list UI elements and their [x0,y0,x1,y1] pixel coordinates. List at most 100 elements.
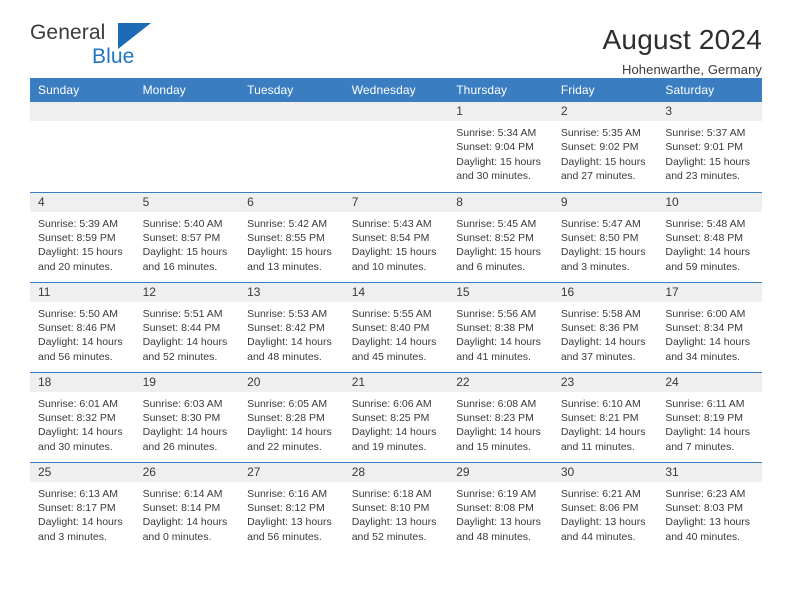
daylight-line-2: and 37 minutes. [560,350,636,363]
calendar-day-cell[interactable]: 31 Sunrise: 6:23 AM Sunset: 8:03 PM Dayligh… [657,461,762,552]
calendar-header-row: Sunday Monday Tuesday Wednesday Thursday… [30,78,762,102]
sunrise-time: Sunrise: 5:53 AM [247,307,328,320]
calendar-day-cell[interactable]: 30 Sunrise: 6:21 AM Sunset: 8:06 PM Dayligh… [552,461,658,552]
daylight-line-1: Daylight: 14 hours [456,426,541,439]
brand-logo[interactable]: General Blue [30,22,151,74]
calendar-day-cell[interactable]: 28 Sunrise: 6:18 AM Sunset: 8:10 PM Dayligh… [343,461,449,552]
sunset-time: Sunset: 9:02 PM [560,141,639,154]
calendar-day-cell[interactable]: 14 Sunrise: 5:55 AM Sunset: 8:40 PM Dayligh… [343,281,449,372]
calendar-day-cell[interactable]: 19 Sunrise: 6:03 AM Sunset: 8:30 PM Dayligh… [134,371,240,462]
daylight-line-2: and 26 minutes. [142,440,218,453]
day-details: Sunrise: 5:45 AM Sunset: 8:52 PM Daylight:… [448,212,553,275]
daylight-line-1: Daylight: 15 hours [247,246,332,259]
sunset-time: Sunset: 8:42 PM [247,321,325,334]
day-number: 7 [343,192,449,212]
sunset-time: Sunset: 8:25 PM [351,411,430,424]
sunset-time: Sunset: 8:44 PM [142,321,221,334]
sunrise-time: Sunrise: 5:43 AM [351,217,432,230]
day-number [239,102,344,121]
daylight-line-2: and 3 minutes. [560,260,630,273]
calendar-day-cell[interactable]: 23 Sunrise: 6:10 AM Sunset: 8:21 PM Dayligh… [552,371,658,462]
calendar-day-cell[interactable]: 29 Sunrise: 6:19 AM Sunset: 8:08 PM Dayligh… [448,461,553,552]
calendar-day-cell[interactable]: 6 Sunrise: 5:42 AM Sunset: 8:55 PM Daylight… [239,191,344,282]
sunrise-time: Sunrise: 5:50 AM [38,307,118,320]
daylight-line-2: and 52 minutes. [142,350,218,363]
sunset-time: Sunset: 8:17 PM [38,501,116,514]
sunrise-time: Sunrise: 6:00 AM [665,307,746,320]
brand-name-blue: Blue [92,45,135,68]
calendar-week-row: 11 Sunrise: 5:50 AM Sunset: 8:46 PM Dayligh… [30,281,762,372]
calendar-day-cell[interactable]: 8 Sunrise: 5:45 AM Sunset: 8:52 PM Daylight… [448,191,553,282]
sunset-time: Sunset: 8:19 PM [665,411,744,424]
daylight-line-2: and 52 minutes. [351,530,427,543]
daylight-line-1: Daylight: 15 hours [456,246,541,259]
page-title: August 2024 [602,24,762,55]
day-details: Sunrise: 6:21 AM Sunset: 8:06 PM Daylight:… [553,482,658,545]
day-number [30,102,135,121]
calendar-day-cell[interactable]: 17 Sunrise: 6:00 AM Sunset: 8:34 PM Dayligh… [657,281,762,372]
calendar-day-cell-empty [239,102,344,192]
calendar-day-cell[interactable]: 11 Sunrise: 5:50 AM Sunset: 8:46 PM Dayligh… [30,281,135,372]
calendar-day-cell[interactable]: 4 Sunrise: 5:39 AM Sunset: 8:59 PM Daylight… [30,191,135,282]
calendar-day-cell[interactable]: 10 Sunrise: 5:48 AM Sunset: 8:48 PM Dayligh… [657,191,762,282]
day-number: 29 [448,462,553,482]
sunrise-time: Sunrise: 5:48 AM [665,217,746,230]
day-number: 27 [239,462,344,482]
daylight-line-1: Daylight: 14 hours [560,426,646,439]
daylight-line-2: and 48 minutes. [247,350,322,363]
calendar-table: Sunday Monday Tuesday Wednesday Thursday… [30,78,762,552]
daylight-line-2: and 44 minutes. [560,530,636,543]
calendar-day-cell[interactable]: 22 Sunrise: 6:08 AM Sunset: 8:23 PM Dayligh… [448,371,553,462]
day-details: Sunrise: 6:00 AM Sunset: 8:34 PM Daylight:… [657,302,762,365]
sunset-time: Sunset: 8:46 PM [38,321,116,334]
calendar-day-cell[interactable]: 27 Sunrise: 6:16 AM Sunset: 8:12 PM Dayligh… [239,461,344,552]
calendar-day-cell[interactable]: 15 Sunrise: 5:56 AM Sunset: 8:38 PM Dayligh… [448,281,553,372]
sunset-time: Sunset: 8:08 PM [456,501,534,514]
day-number: 5 [134,192,240,212]
calendar-day-cell[interactable]: 3 Sunrise: 5:37 AM Sunset: 9:01 PM Daylight… [657,102,762,192]
daylight-line-1: Daylight: 15 hours [38,246,123,259]
day-number: 22 [448,372,553,392]
daylight-line-1: Daylight: 14 hours [38,516,123,529]
day-details: Sunrise: 6:23 AM Sunset: 8:03 PM Daylight:… [657,482,762,545]
day-number: 23 [552,372,658,392]
calendar-day-cell[interactable]: 18 Sunrise: 6:01 AM Sunset: 8:32 PM Dayligh… [30,371,135,462]
calendar-day-cell[interactable]: 5 Sunrise: 5:40 AM Sunset: 8:57 PM Daylight… [134,191,240,282]
sunrise-time: Sunrise: 6:03 AM [142,397,223,410]
sunset-time: Sunset: 8:10 PM [351,501,430,514]
calendar-day-cell[interactable]: 21 Sunrise: 6:06 AM Sunset: 8:25 PM Dayligh… [343,371,449,462]
sunrise-time: Sunrise: 6:23 AM [665,487,746,500]
day-number: 26 [134,462,240,482]
calendar-day-cell[interactable]: 26 Sunrise: 6:14 AM Sunset: 8:14 PM Dayligh… [134,461,240,552]
sunset-time: Sunset: 8:34 PM [665,321,744,334]
daylight-line-1: Daylight: 15 hours [560,155,646,168]
day-details: Sunrise: 6:01 AM Sunset: 8:32 PM Daylight:… [30,392,135,455]
sunset-time: Sunset: 8:12 PM [247,501,325,514]
sunset-time: Sunset: 8:38 PM [456,321,534,334]
calendar-day-cell[interactable]: 1 Sunrise: 5:34 AM Sunset: 9:04 PM Daylight… [448,102,553,192]
calendar-day-cell[interactable]: 20 Sunrise: 6:05 AM Sunset: 8:28 PM Dayligh… [239,371,344,462]
calendar-day-cell[interactable]: 13 Sunrise: 5:53 AM Sunset: 8:42 PM Dayligh… [239,281,344,372]
calendar-day-cell-empty [134,102,240,192]
sunset-time: Sunset: 8:55 PM [247,231,325,244]
daylight-line-2: and 10 minutes. [351,260,427,273]
sunrise-time: Sunrise: 6:10 AM [560,397,641,410]
daylight-line-1: Daylight: 14 hours [351,426,437,439]
daylight-line-1: Daylight: 14 hours [142,516,228,529]
calendar-day-cell[interactable]: 12 Sunrise: 5:51 AM Sunset: 8:44 PM Dayligh… [134,281,240,372]
calendar-day-cell[interactable]: 25 Sunrise: 6:13 AM Sunset: 8:17 PM Dayligh… [30,461,135,552]
calendar-day-cell[interactable]: 16 Sunrise: 5:58 AM Sunset: 8:36 PM Dayligh… [552,281,658,372]
calendar-day-cell[interactable]: 7 Sunrise: 5:43 AM Sunset: 8:54 PM Daylight… [343,191,449,282]
day-number: 10 [657,192,762,212]
day-details: Sunrise: 5:43 AM Sunset: 8:54 PM Daylight:… [344,212,449,275]
calendar-day-cell[interactable]: 2 Sunrise: 5:35 AM Sunset: 9:02 PM Daylight… [552,102,658,192]
daylight-line-1: Daylight: 13 hours [351,516,437,529]
day-number: 3 [657,102,762,121]
daylight-line-1: Daylight: 15 hours [560,246,646,259]
daylight-line-2: and 59 minutes. [665,260,741,273]
daylight-line-1: Daylight: 15 hours [456,155,541,168]
calendar-day-cell[interactable]: 9 Sunrise: 5:47 AM Sunset: 8:50 PM Daylight… [552,191,658,282]
day-number: 17 [657,282,762,302]
calendar-day-cell[interactable]: 24 Sunrise: 6:11 AM Sunset: 8:19 PM Dayligh… [657,371,762,462]
day-number [134,102,240,121]
